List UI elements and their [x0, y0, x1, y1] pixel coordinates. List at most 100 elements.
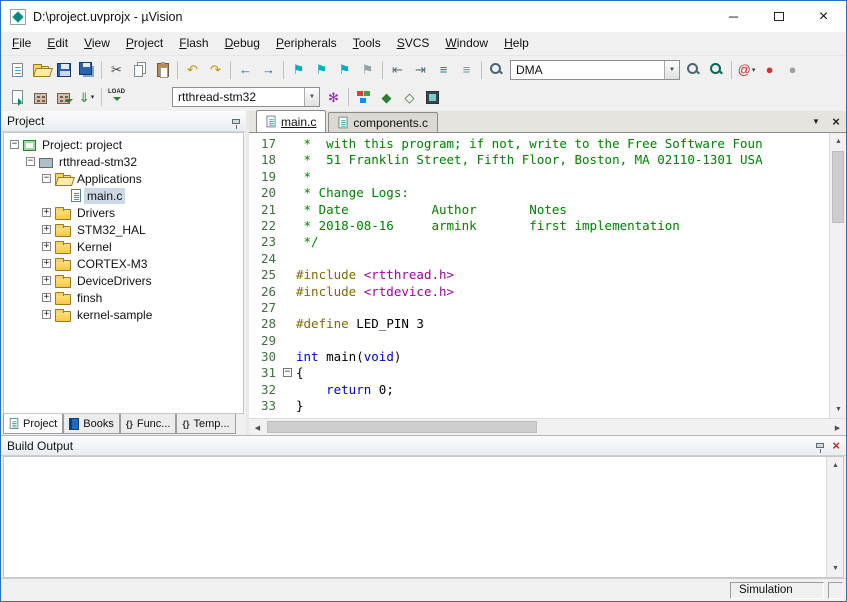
scroll-up-icon[interactable]: ▲ [830, 133, 847, 150]
tree-expander[interactable]: + [42, 259, 51, 268]
navigate-forward-icon[interactable]: → [257, 59, 280, 81]
menu-item-svcs[interactable]: SVCS [389, 33, 438, 54]
menu-item-file[interactable]: File [4, 33, 39, 54]
translate-icon[interactable] [6, 86, 29, 108]
build-icon[interactable] [29, 86, 52, 108]
tree-row-project-project[interactable]: − Project: project [4, 136, 243, 153]
panel-tab-project[interactable]: Project [3, 414, 63, 434]
pin-icon[interactable] [232, 119, 240, 124]
tree-item-main-c[interactable]: main.c [84, 188, 125, 204]
tree-row-finsh[interactable]: + finsh [4, 289, 243, 306]
manage-rte-icon[interactable]: ◆ [375, 86, 398, 108]
menu-item-window[interactable]: Window [437, 33, 496, 54]
target-select-combobox[interactable]: rtthread-stm32▼ [172, 87, 320, 107]
clear-bookmarks-icon[interactable]: ⚑ [356, 59, 379, 81]
scroll-down-icon[interactable]: ▼ [827, 560, 844, 577]
quick-find-icon[interactable]: @▾ [735, 59, 758, 81]
tree-expander[interactable]: + [42, 276, 51, 285]
cut-icon[interactable]: ✂ [105, 59, 128, 81]
tree-item-devicedrivers[interactable]: DeviceDrivers [74, 273, 155, 289]
menu-item-project[interactable]: Project [118, 33, 171, 54]
rebuild-icon[interactable] [52, 86, 75, 108]
copy-icon[interactable] [128, 59, 151, 81]
find-icon[interactable] [682, 59, 705, 81]
tree-row-kernel[interactable]: + Kernel [4, 238, 243, 255]
menu-item-debug[interactable]: Debug [217, 33, 268, 54]
tree-expander[interactable]: + [42, 242, 51, 251]
tree-expander[interactable]: + [42, 310, 51, 319]
download-icon[interactable]: LOAD [105, 86, 128, 108]
tree-expander[interactable]: + [42, 208, 51, 217]
menu-item-flash[interactable]: Flash [171, 33, 216, 54]
close-document-button[interactable]: × [828, 112, 844, 130]
tree-item-kernel[interactable]: Kernel [74, 239, 115, 255]
editor-vscrollbar[interactable]: ▲ ▼ [829, 133, 846, 418]
tree-row-applications[interactable]: − Applications [4, 170, 243, 187]
tree-item-drivers[interactable]: Drivers [74, 205, 118, 221]
tree-expander[interactable]: − [42, 174, 51, 183]
menu-item-tools[interactable]: Tools [345, 33, 389, 54]
panel-tab-func[interactable]: {}Func... [120, 414, 177, 434]
tree-row-cortex-m3[interactable]: + CORTEX-M3 [4, 255, 243, 272]
close-button[interactable]: × [801, 1, 846, 32]
editor-tab-components-c[interactable]: components.c [328, 112, 438, 132]
paste-icon[interactable] [151, 59, 174, 81]
hscroll-thumb[interactable] [267, 421, 537, 433]
batch-build-icon[interactable]: ⇓▾ [75, 86, 98, 108]
manage-project-items-icon[interactable] [352, 86, 375, 108]
tree-row-stm32-hal[interactable]: + STM32_HAL [4, 221, 243, 238]
undo-icon[interactable]: ↶ [181, 59, 204, 81]
open-file-icon[interactable] [29, 59, 52, 81]
tree-expander[interactable]: + [42, 225, 51, 234]
menu-item-edit[interactable]: Edit [39, 33, 76, 54]
pack-installer-icon[interactable] [421, 86, 444, 108]
tree-row-rtthread-stm32[interactable]: −rtthread-stm32 [4, 153, 243, 170]
find-combobox-dropdown-icon[interactable]: ▼ [664, 61, 679, 79]
menu-item-peripherals[interactable]: Peripherals [268, 33, 345, 54]
menu-item-view[interactable]: View [76, 33, 118, 54]
tree-row-devicedrivers[interactable]: + DeviceDrivers [4, 272, 243, 289]
new-file-icon[interactable] [6, 59, 29, 81]
tab-list-button[interactable]: ▼ [808, 112, 824, 130]
editor-hscrollbar[interactable]: ◀ ▶ [249, 418, 846, 435]
tree-item-rtthread-stm32[interactable]: rtthread-stm32 [56, 154, 140, 170]
build-output-close-icon[interactable]: × [832, 439, 840, 452]
indent-icon[interactable]: ⇥ [409, 59, 432, 81]
panel-tab-temp[interactable]: {}Temp... [176, 414, 235, 434]
find-in-files-icon[interactable] [485, 59, 508, 81]
tree-item-applications[interactable]: Applications [74, 171, 145, 187]
build-output-scrollbar[interactable]: ▲ ▼ [826, 457, 843, 577]
maximize-button[interactable] [756, 1, 801, 32]
tree-item-project-project[interactable]: Project: project [39, 137, 125, 153]
redo-icon[interactable]: ↷ [204, 59, 227, 81]
tree-item-cortex-m3[interactable]: CORTEX-M3 [74, 256, 150, 272]
target-options-icon[interactable]: ✻ [322, 86, 345, 108]
pin-icon[interactable] [816, 443, 824, 448]
panel-tab-books[interactable]: Books [63, 414, 120, 434]
select-packs-icon[interactable]: ◇ [398, 86, 421, 108]
target-select-combobox-dropdown-icon[interactable]: ▼ [304, 88, 319, 106]
next-bookmark-icon[interactable]: ⚑ [333, 59, 356, 81]
scroll-left-icon[interactable]: ◀ [249, 419, 266, 436]
unindent-icon[interactable]: ⇤ [386, 59, 409, 81]
save-icon[interactable] [52, 59, 75, 81]
scroll-right-icon[interactable]: ▶ [829, 419, 846, 436]
enable-disable-breakpoint-icon[interactable]: ● [781, 59, 804, 81]
scroll-up-icon[interactable]: ▲ [827, 457, 844, 474]
previous-bookmark-icon[interactable]: ⚑ [310, 59, 333, 81]
insert-remove-breakpoint-icon[interactable]: ● [758, 59, 781, 81]
tree-expander[interactable]: − [10, 140, 19, 149]
tree-row-kernel-sample[interactable]: +kernel-sample [4, 306, 243, 323]
tree-row-main-c[interactable]: main.c [4, 187, 243, 204]
minimize-button[interactable]: ─ [711, 1, 756, 32]
tree-item-finsh[interactable]: finsh [74, 290, 105, 306]
build-output-content[interactable] [4, 457, 826, 577]
vscroll-thumb[interactable] [832, 151, 844, 223]
tree-item-stm32-hal[interactable]: STM32_HAL [74, 222, 149, 238]
toggle-bookmark-icon[interactable]: ⚑ [287, 59, 310, 81]
menu-item-help[interactable]: Help [496, 33, 537, 54]
save-all-icon[interactable] [75, 59, 98, 81]
uncomment-selection-icon[interactable]: ≡ [455, 59, 478, 81]
tree-expander[interactable]: + [42, 293, 51, 302]
incremental-find-icon[interactable] [705, 59, 728, 81]
